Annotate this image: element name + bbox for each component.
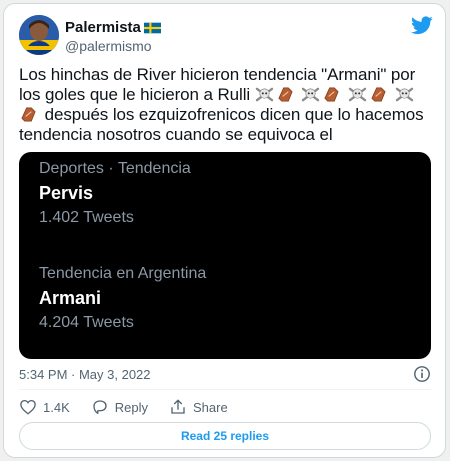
trend-category: Tendencia en Argentina	[39, 265, 207, 282]
skull-crossbones-icon	[395, 87, 413, 102]
like-count: 1.4K	[43, 399, 70, 415]
like-button[interactable]: 1.4K	[19, 398, 70, 416]
tweet-timestamp[interactable]: 5:34 PM · May 3, 2022	[19, 367, 151, 382]
trend-count: 4.204 Tweets	[39, 314, 134, 331]
tweet-card: Palermista @palermismo Los hinchas de Ri…	[3, 3, 446, 458]
skull-crossbones-icon	[348, 87, 367, 102]
coffin-icon	[324, 87, 339, 102]
tweet-text: Los hinchas de River hicieron tendencia …	[19, 65, 429, 145]
coffin-icon	[21, 107, 36, 122]
share-label: Share	[193, 399, 228, 415]
read-replies-button[interactable]: Read 25 replies	[19, 422, 431, 450]
skull-crossbones-icon	[302, 87, 320, 102]
reply-label: Reply	[114, 399, 148, 415]
skull-crossbones-icon	[255, 87, 273, 102]
author-name[interactable]: Palermista	[65, 19, 161, 36]
trend-item: Deportes · Tendencia Pervis 1.402 Tweets	[39, 160, 191, 227]
sweden-flag-icon	[143, 22, 161, 33]
heart-icon	[20, 399, 36, 415]
coffin-icon	[371, 87, 386, 102]
trend-count: 1.402 Tweets	[39, 209, 134, 226]
coffin-icon	[278, 87, 293, 102]
action-bar: 1.4K Reply Share	[19, 396, 249, 418]
author-name-text[interactable]: Palermista	[65, 19, 141, 36]
reply-bubble-icon	[93, 400, 107, 415]
info-icon[interactable]	[413, 365, 431, 383]
share-icon	[171, 399, 185, 414]
trend-category: Deportes · Tendencia	[39, 160, 191, 177]
trend-topic: Pervis	[39, 183, 94, 203]
author-handle[interactable]: @palermismo	[65, 38, 152, 54]
tweet-text-part2: después los ezquizofrenicos dicen que lo…	[19, 105, 424, 144]
reply-button[interactable]: Reply	[91, 398, 148, 416]
trends-screenshot-image[interactable]: Deportes · Tendencia Pervis 1.402 Tweets…	[19, 152, 431, 359]
divider	[19, 389, 431, 390]
twitter-logo-icon[interactable]	[411, 16, 433, 35]
avatar[interactable]	[19, 15, 59, 55]
trend-topic: Armani	[39, 288, 102, 308]
share-button[interactable]: Share	[169, 398, 228, 416]
trend-item: Tendencia en Argentina Armani 4.204 Twee…	[39, 265, 206, 332]
